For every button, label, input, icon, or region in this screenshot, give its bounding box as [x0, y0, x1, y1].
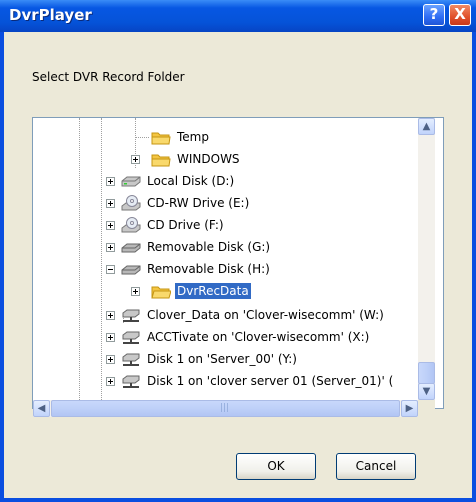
- expand-icon[interactable]: [131, 287, 140, 296]
- tree-item-removable-g[interactable]: Removable Disk (G:): [33, 236, 433, 258]
- collapse-icon[interactable]: [106, 265, 115, 274]
- dialog-prompt: Select DVR Record Folder: [32, 70, 185, 84]
- tree-item-label: Removable Disk (H:): [147, 262, 270, 276]
- network-drive-icon: [122, 375, 140, 388]
- vertical-scrollbar[interactable]: ▲ ▼: [418, 118, 435, 400]
- horizontal-scroll-thumb[interactable]: |||: [51, 400, 400, 417]
- expand-icon[interactable]: [106, 199, 115, 208]
- expand-icon[interactable]: [106, 311, 115, 320]
- tree-item-temp[interactable]: Temp: [33, 126, 433, 148]
- hard-drive-icon: [121, 176, 141, 187]
- tree-item-disk1-server01[interactable]: Disk 1 on 'clover server 01 (Server_01)'…: [33, 370, 433, 392]
- title-bar[interactable]: DvrPlayer ? X: [0, 0, 476, 32]
- expand-icon[interactable]: [106, 177, 115, 186]
- network-drive-icon: [122, 309, 140, 322]
- horizontal-scrollbar[interactable]: ◀ ||| ▶: [33, 400, 418, 417]
- folder-icon: [151, 154, 171, 167]
- tree-item-label: WINDOWS: [177, 152, 240, 166]
- scroll-grip-icon: |||: [220, 403, 230, 413]
- window-title: DvrPlayer: [9, 6, 92, 24]
- tree-item-cdrw-e[interactable]: CD-RW Drive (E:): [33, 192, 433, 214]
- folder-tree[interactable]: Temp WINDOWS Local Disk (D:) CD-RW Drive…: [32, 117, 444, 409]
- scroll-right-button[interactable]: ▶: [401, 400, 418, 417]
- removable-disk-icon: [121, 265, 141, 275]
- help-button[interactable]: ?: [423, 4, 445, 26]
- expand-icon[interactable]: [106, 377, 115, 386]
- cancel-button[interactable]: Cancel: [336, 453, 416, 480]
- scroll-left-button[interactable]: ◀: [33, 400, 50, 417]
- close-button[interactable]: X: [449, 4, 471, 26]
- tree-item-label: CD Drive (F:): [147, 218, 224, 232]
- cd-drive-icon: [121, 195, 141, 211]
- tree-item-dvrrecdata[interactable]: DvrRecData: [33, 280, 433, 302]
- expand-icon[interactable]: [106, 221, 115, 230]
- ok-button[interactable]: OK: [236, 453, 316, 480]
- tree-item-removable-h[interactable]: Removable Disk (H:): [33, 258, 433, 280]
- tree-item-clover-data-w[interactable]: Clover_Data on 'Clover-wisecomm' (W:): [33, 304, 433, 326]
- folder-open-icon: [151, 286, 171, 299]
- expand-icon[interactable]: [106, 243, 115, 252]
- network-drive-icon: [122, 353, 140, 366]
- removable-disk-icon: [121, 243, 141, 253]
- cd-drive-icon: [121, 217, 141, 233]
- tree-item-label: CD-RW Drive (E:): [147, 196, 250, 210]
- tree-item-local-disk-d[interactable]: Local Disk (D:): [33, 170, 433, 192]
- dialog-window: DvrPlayer ? X Select DVR Record Folder T…: [0, 0, 476, 502]
- expand-icon[interactable]: [106, 333, 115, 342]
- scrollbar-corner: [418, 400, 435, 417]
- tree-item-cd-f[interactable]: CD Drive (F:): [33, 214, 433, 236]
- tree-item-disk1-y[interactable]: Disk 1 on 'Server_00' (Y:): [33, 348, 433, 370]
- folder-icon: [151, 132, 171, 145]
- tree-item-label: Disk 1 on 'clover server 01 (Server_01)'…: [147, 374, 394, 388]
- tree-item-label: ACCTivate on 'Clover-wisecomm' (X:): [147, 330, 370, 344]
- scroll-down-button[interactable]: ▼: [418, 383, 435, 400]
- expand-icon[interactable]: [131, 155, 140, 164]
- tree-item-windows[interactable]: WINDOWS: [33, 148, 433, 170]
- dialog-body: Select DVR Record Folder Temp WINDOWS Lo…: [4, 32, 472, 498]
- tree-item-label: Disk 1 on 'Server_00' (Y:): [147, 352, 297, 366]
- expand-icon[interactable]: [106, 355, 115, 364]
- tree-item-acctivate-x[interactable]: ACCTivate on 'Clover-wisecomm' (X:): [33, 326, 433, 348]
- vertical-scroll-thumb[interactable]: [418, 362, 435, 384]
- scroll-up-button[interactable]: ▲: [418, 118, 435, 135]
- tree-item-label: Local Disk (D:): [147, 174, 235, 188]
- tree-item-label: Temp: [177, 130, 209, 144]
- tree-item-label: Removable Disk (G:): [147, 240, 271, 254]
- network-drive-icon: [122, 331, 140, 344]
- tree-item-label: Clover_Data on 'Clover-wisecomm' (W:): [147, 308, 384, 322]
- tree-item-label: DvrRecData: [175, 283, 251, 299]
